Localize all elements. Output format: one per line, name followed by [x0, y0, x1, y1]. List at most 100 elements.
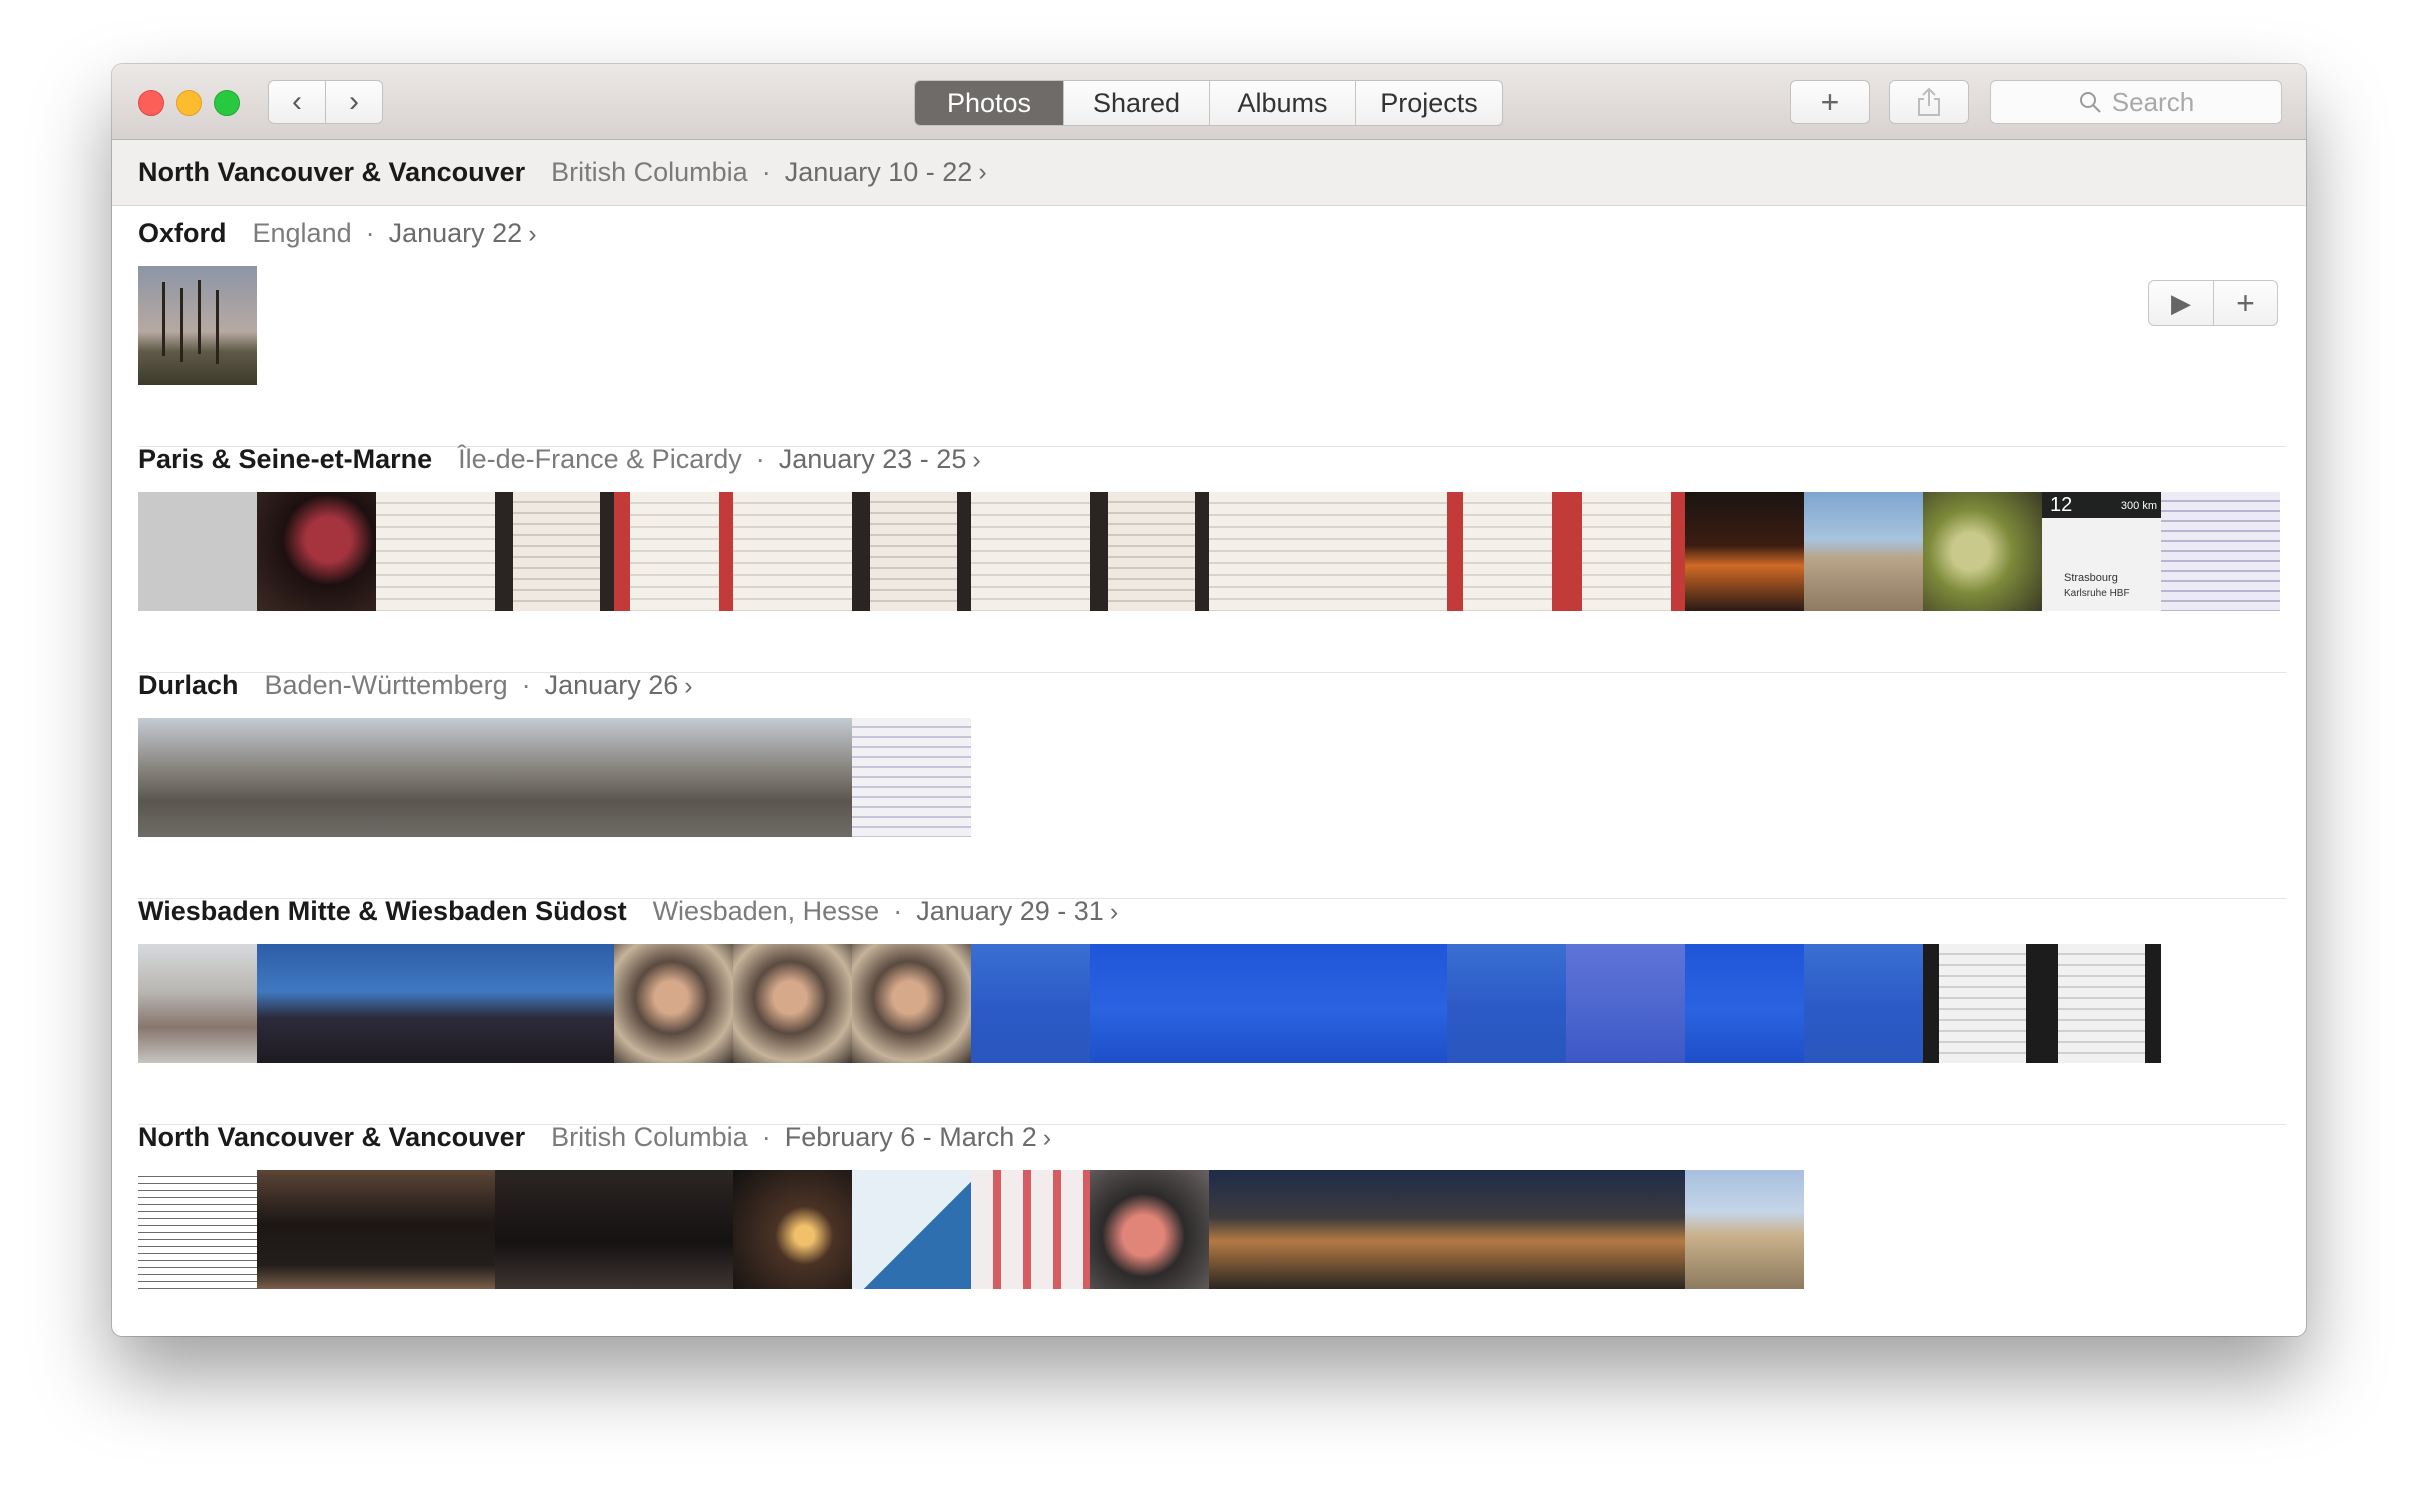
add-to-button[interactable]: +	[2213, 281, 2277, 325]
photo-thumbnail[interactable]	[852, 944, 971, 1063]
photo-thumbnail[interactable]	[1328, 944, 1447, 1063]
photo-thumbnail[interactable]	[376, 718, 495, 837]
tab-albums[interactable]: Albums	[1209, 81, 1355, 125]
moment-location: Île-de-France & Picardy	[458, 444, 742, 474]
photo-thumbnail[interactable]	[1090, 492, 1209, 611]
separator-dot: ·	[761, 1122, 771, 1152]
photo-thumbnail[interactable]	[1209, 492, 1328, 611]
tab-shared[interactable]: Shared	[1063, 81, 1209, 125]
photo-thumbnail[interactable]	[1209, 944, 1328, 1063]
photo-thumbnail[interactable]	[1447, 944, 1566, 1063]
moment-location: British Columbia	[551, 157, 748, 187]
tab-projects[interactable]: Projects	[1355, 81, 1502, 125]
photo-thumbnail[interactable]	[1566, 492, 1685, 611]
photo-thumbnail[interactable]	[733, 944, 852, 1063]
moment-header[interactable]: Wiesbaden Mitte & Wiesbaden Südost Wiesb…	[138, 896, 1118, 927]
photo-thumbnail[interactable]	[2042, 944, 2161, 1063]
photo-thumbnail[interactable]	[495, 1170, 614, 1289]
photo-thumbnail[interactable]	[1685, 492, 1804, 611]
photo-thumbnail[interactable]	[138, 492, 257, 611]
moment-header[interactable]: Paris & Seine-et-Marne Île-de-France & P…	[138, 444, 981, 475]
photo-thumbnail[interactable]	[1328, 1170, 1447, 1289]
photo-thumbnail[interactable]	[1090, 1170, 1209, 1289]
photo-grid	[138, 1170, 1804, 1289]
photo-thumbnail[interactable]	[852, 492, 971, 611]
add-button[interactable]: +	[1790, 80, 1870, 124]
separator-dot: ·	[365, 218, 375, 248]
photo-thumbnail[interactable]	[1566, 944, 1685, 1063]
photo-thumbnail[interactable]	[257, 944, 376, 1063]
chevron-right-icon: ›	[978, 158, 987, 186]
photo-thumbnail[interactable]	[1209, 1170, 1328, 1289]
photo-thumbnail[interactable]	[495, 718, 614, 837]
tab-photos[interactable]: Photos	[915, 81, 1063, 125]
minimize-window-button[interactable]	[176, 90, 202, 116]
forward-button[interactable]: ›	[325, 80, 383, 124]
moment-dates: January 23 - 25	[778, 444, 967, 474]
photo-thumbnail[interactable]	[971, 492, 1090, 611]
moment-paris: Paris & Seine-et-Marne Île-de-France & P…	[138, 444, 2288, 674]
photo-thumbnail[interactable]	[138, 944, 257, 1063]
photo-thumbnail[interactable]	[376, 944, 495, 1063]
ticket-city: Strasbourg	[2064, 572, 2118, 584]
pinned-moment-header[interactable]: North Vancouver & Vancouver British Colu…	[112, 140, 2306, 206]
photo-thumbnail[interactable]	[852, 718, 971, 837]
moment-actions: ▶ +	[2148, 280, 2278, 326]
photo-thumbnail[interactable]	[614, 1170, 733, 1289]
photo-thumbnail[interactable]	[2161, 492, 2280, 611]
photo-thumbnail[interactable]	[971, 944, 1090, 1063]
photo-thumbnail[interactable]	[1447, 492, 1566, 611]
photo-thumbnail[interactable]	[138, 718, 257, 837]
photo-thumbnail[interactable]	[1923, 944, 2042, 1063]
photo-thumbnail[interactable]	[852, 1170, 971, 1289]
photo-thumbnail[interactable]	[1804, 944, 1923, 1063]
photo-thumbnail[interactable]	[733, 1170, 852, 1289]
moment-dates: January 22	[388, 218, 523, 248]
moment-header[interactable]: North Vancouver & Vancouver British Colu…	[138, 1122, 1051, 1153]
photo-thumbnail[interactable]	[257, 492, 376, 611]
slideshow-button[interactable]: ▶	[2149, 281, 2213, 325]
photo-thumbnail[interactable]	[376, 492, 495, 611]
photo-grid	[138, 944, 2161, 1063]
moment-dates: January 26	[544, 670, 679, 700]
photo-thumbnail[interactable]	[257, 718, 376, 837]
photo-thumbnail[interactable]	[733, 718, 852, 837]
photo-thumbnail[interactable]	[495, 492, 614, 611]
share-button[interactable]	[1889, 80, 1969, 124]
photo-thumbnail[interactable]	[1447, 1170, 1566, 1289]
ticket-city: Karlsruhe HBF	[2064, 588, 2130, 599]
photo-thumbnail[interactable]	[257, 1170, 376, 1289]
photo-thumbnail[interactable]	[1685, 1170, 1804, 1289]
chevron-right-icon: ›	[684, 672, 693, 700]
moment-header[interactable]: Durlach Baden-Württemberg · January 26 ›	[138, 670, 693, 701]
close-window-button[interactable]	[138, 90, 164, 116]
photo-thumbnail[interactable]	[376, 1170, 495, 1289]
search-field[interactable]: Search	[1990, 80, 2282, 124]
moment-location: British Columbia	[551, 1122, 748, 1152]
photo-thumbnail[interactable]	[1566, 1170, 1685, 1289]
photo-thumbnail[interactable]	[1804, 492, 1923, 611]
photo-thumbnail[interactable]	[971, 1170, 1090, 1289]
photo-thumbnail[interactable]	[733, 492, 852, 611]
photo-thumbnail[interactable]	[138, 1170, 257, 1289]
maximize-window-button[interactable]	[214, 90, 240, 116]
photo-thumbnail[interactable]	[495, 944, 614, 1063]
photo-thumbnail[interactable]	[614, 492, 733, 611]
titlebar: ‹ › Photos Shared Albums Projects + Sear…	[112, 64, 2306, 140]
moment-header[interactable]: Oxford England · January 22 ›	[138, 218, 537, 249]
separator-dot: ·	[521, 670, 531, 700]
photo-thumbnail[interactable]	[614, 718, 733, 837]
search-placeholder: Search	[2111, 86, 2195, 117]
photo-thumbnail[interactable]	[1923, 492, 2042, 611]
photo-thumbnail[interactable]	[614, 944, 733, 1063]
chevron-left-icon: ‹	[292, 85, 302, 118]
separator-dot: ·	[755, 444, 765, 474]
moment-location: England	[252, 218, 352, 248]
moment-dates: January 29 - 31	[916, 896, 1104, 926]
back-button[interactable]: ‹	[268, 80, 326, 124]
photo-thumbnail[interactable]	[138, 266, 257, 385]
photo-thumbnail[interactable]	[1328, 492, 1447, 611]
photo-thumbnail[interactable]	[1090, 944, 1209, 1063]
photo-thumbnail[interactable]: 12 300 km Strasbourg Karlsruhe HBF	[2042, 492, 2161, 611]
photo-thumbnail[interactable]	[1685, 944, 1804, 1063]
